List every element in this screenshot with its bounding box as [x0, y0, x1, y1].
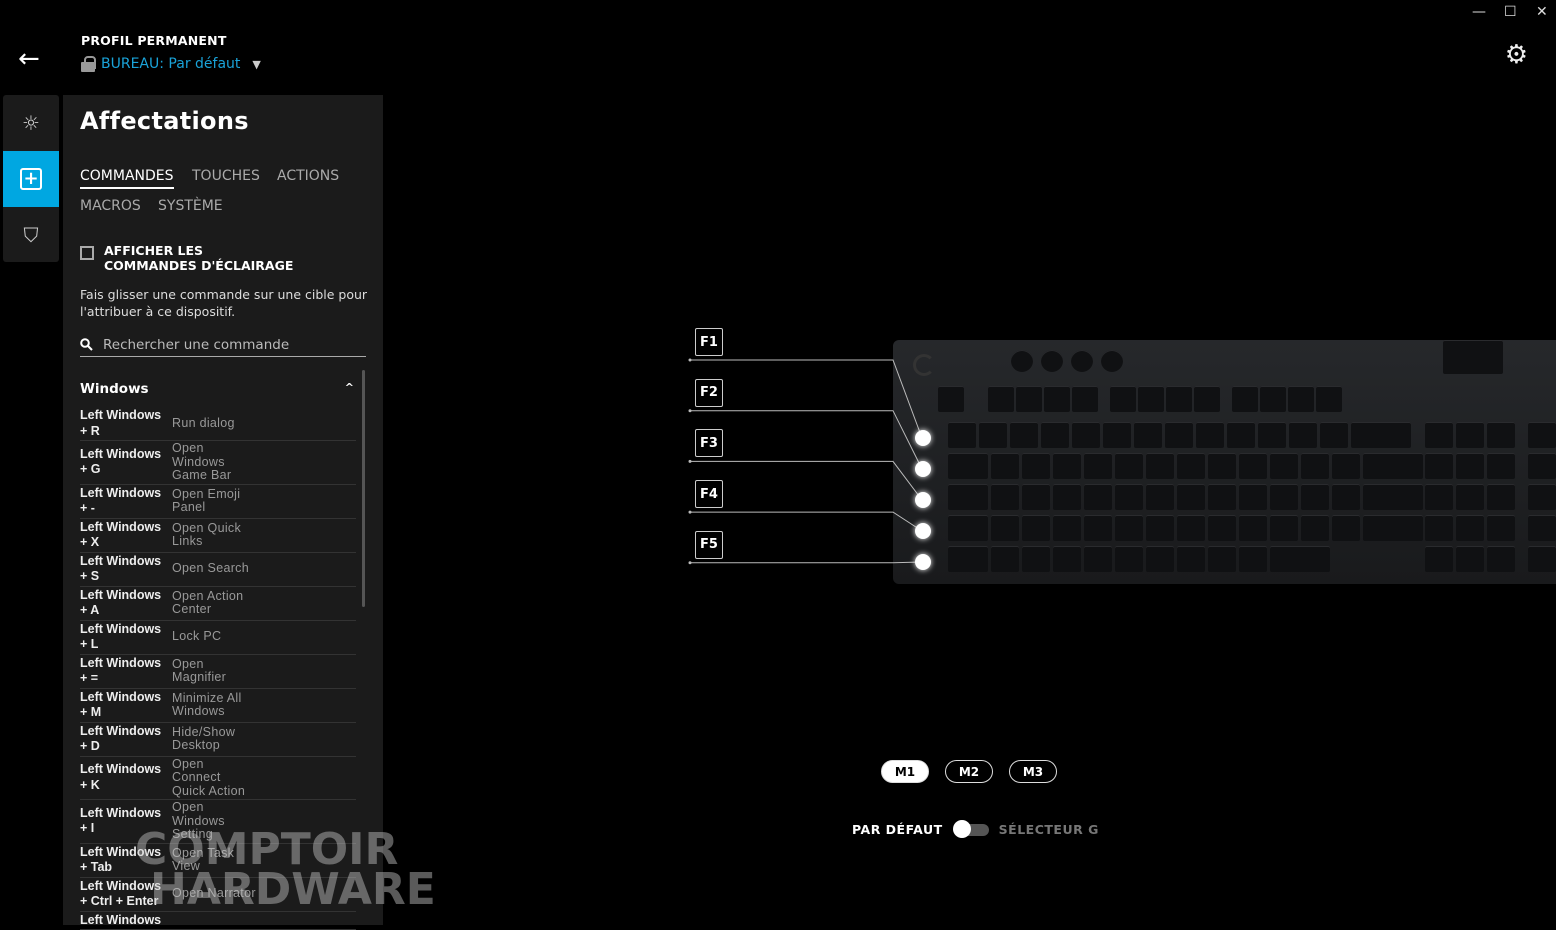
- connector-line: [690, 461, 922, 500]
- g-key-label-f5[interactable]: F5: [695, 531, 723, 559]
- g-key-hotspot[interactable]: [915, 492, 931, 508]
- connector-line: [690, 512, 922, 531]
- g-key-hotspot[interactable]: [915, 461, 931, 477]
- g-key-hotspot[interactable]: [915, 523, 931, 539]
- connector-line: [690, 562, 922, 563]
- g-key-hotspot[interactable]: [915, 554, 931, 570]
- g-key-label-f3[interactable]: F3: [695, 429, 723, 457]
- g-key-hotspot[interactable]: [915, 430, 931, 446]
- g-key-label-f4[interactable]: F4: [695, 480, 723, 508]
- connector-line: [690, 411, 922, 469]
- g-key-label-f2[interactable]: F2: [695, 379, 723, 407]
- mode-toggle-row: PAR DÉFAUT SÉLECTEUR G: [852, 820, 1099, 838]
- memory-m2-button[interactable]: M2: [945, 760, 993, 783]
- default-mode-label: PAR DÉFAUT: [852, 822, 943, 837]
- memory-m3-button[interactable]: M3: [1009, 760, 1057, 783]
- connector-line: [690, 360, 922, 438]
- mode-toggle[interactable]: [953, 820, 989, 838]
- g-key-connector-lines: [0, 0, 1556, 925]
- g-key-label-f1[interactable]: F1: [695, 328, 723, 356]
- g-shift-label: SÉLECTEUR G: [999, 822, 1099, 837]
- memory-m1-button[interactable]: M1: [881, 760, 929, 783]
